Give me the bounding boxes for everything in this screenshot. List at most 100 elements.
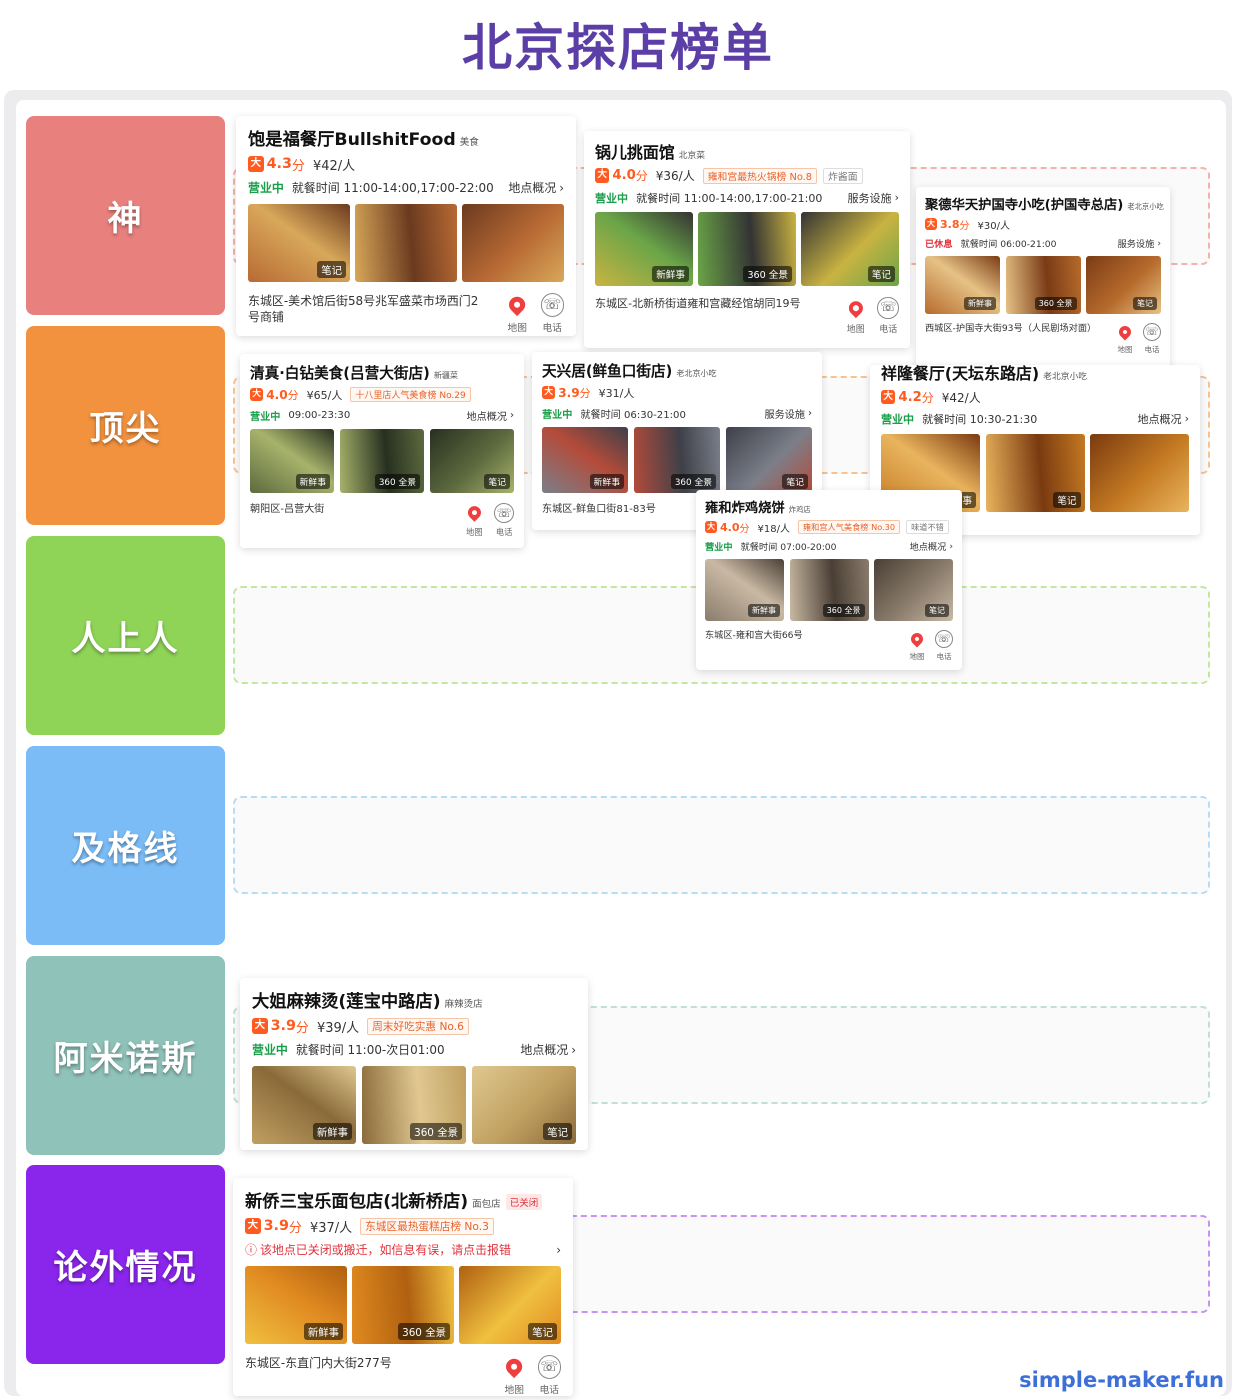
shop-photo[interactable]: 360 全景 [362,1065,466,1144]
shop-card[interactable]: 锅儿挑面馆 北京菜大 4.0 分 ¥36/人 雍和宫最热火锅榜 No.8 炸酱面 营业中 就餐时… [584,131,910,348]
tier-label[interactable]: 人上人 [26,536,225,735]
photo-tag: 笔记 [1053,491,1081,508]
tier-label[interactable]: 论外情况 [26,1165,225,1364]
photo-tag: 新鲜事 [295,473,330,489]
chevron-right-icon: › [807,407,812,419]
map-button[interactable]: 地图 [1116,322,1134,355]
shop-photo[interactable]: 新鲜事 [705,558,784,621]
map-pin-shape [908,630,926,647]
score-unit: 分 [287,388,299,402]
detail-link[interactable]: 地点概况 [1137,411,1181,427]
shop-photo[interactable]: 360 全景 [352,1265,454,1344]
open-status: 营业中 [248,181,284,196]
score-row: 大 4.2 分 ¥42/人 [881,389,1189,406]
shop-photo[interactable] [355,203,457,282]
shop-photo[interactable]: 新鲜事 [542,426,628,493]
shop-score: 3.9 [270,1018,296,1035]
map-pin-icon [505,293,529,317]
shop-name[interactable]: 新侨三宝乐面包店(北新桥店) [245,1192,468,1212]
shop-photo[interactable]: 笔记 [874,558,953,621]
map-button[interactable]: 地图 [505,293,529,334]
shop-photo[interactable]: 笔记 [472,1065,576,1144]
chevron-right-icon[interactable]: › [556,1243,561,1257]
tier-drop-zone[interactable] [233,796,1210,894]
ranking-badge[interactable]: 东城区最热蛋糕店榜 No.3 [360,1217,494,1235]
detail-link[interactable]: 地点概况 [910,539,947,553]
phone-button[interactable]: ☏ 电话 [877,296,899,335]
shop-photo[interactable]: 笔记 [430,428,514,493]
shop-card[interactable]: 大姐麻辣烫(莲宝中路店) 麻辣烫店大 3.9 分 ¥39/人 周末好吃实惠 No.6 营业中… [240,978,588,1150]
detail-link[interactable]: 服务设施 [847,190,891,206]
shop-category: 北京菜 [678,151,706,161]
tier-label[interactable]: 及格线 [26,746,225,945]
shop-photo[interactable]: 笔记 [1086,255,1161,314]
shop-photo[interactable]: 新鲜事 [595,212,693,287]
map-button[interactable]: 地图 [908,629,926,662]
shop-card[interactable]: 清真·白钻美食(吕营大街店) 新疆菜大 4.0 分 ¥65/人 十八里店人气美食榜 No.… [240,354,524,548]
shop-photo[interactable]: 新鲜事 [925,255,1000,314]
shop-photo[interactable]: 笔记 [248,203,350,282]
shop-photo[interactable]: 笔记 [726,426,812,493]
tier-label[interactable]: 顶尖 [26,326,225,525]
map-button[interactable]: 地图 [502,1355,526,1396]
shop-name[interactable]: 雍和炸鸡烧饼 [705,501,785,516]
shop-photo[interactable]: 360 全景 [698,212,796,287]
shop-photo[interactable]: 新鲜事 [245,1265,347,1344]
shop-name[interactable]: 饱是福餐厅BullshitFood [248,130,456,150]
shop-photo[interactable] [1090,433,1189,512]
shop-card[interactable]: 新侨三宝乐面包店(北新桥店) 面包店 已关闭大 3.9 分 ¥37/人 东城区最热蛋糕店榜 … [233,1178,573,1396]
opening-hours: 就餐时间 06:30-21:00 [580,409,686,421]
shop-card[interactable]: 聚德华天护国寺小吃(护国寺总店) 老北京小吃大 3.8 分 ¥30/人 已休息 就餐时间 0… [916,187,1170,375]
phone-button[interactable]: ☏ 电话 [540,293,564,334]
shop-photo[interactable]: 360 全景 [789,558,869,621]
tier-label[interactable]: 阿米诺斯 [26,956,225,1155]
phone-button[interactable]: ☏ 电话 [1143,322,1161,355]
ranking-badge[interactable]: 雍和宫人气美食榜 No.30 [797,520,901,534]
card-actions: 地图 ☏ 电话 [455,502,514,538]
shop-name[interactable]: 祥隆餐厅(天坛东路店) [881,365,1039,383]
shop-photo[interactable]: 笔记 [459,1265,561,1344]
phone-icon: ☏ [494,502,514,523]
detail-link[interactable]: 服务设施 [765,406,805,421]
shop-name[interactable]: 大姐麻辣烫(莲宝中路店) [252,992,441,1012]
ranking-badge[interactable]: 雍和宫最热火锅榜 No.8 [702,167,818,184]
card-actions: 地图 ☏ 电话 [834,296,899,335]
phone-button[interactable]: ☏ 电话 [494,502,514,538]
closed-warning[interactable]: 该地点已关闭或搬迁，如信息有误，请点击报错 [260,1241,556,1258]
shop-photo[interactable]: 新鲜事 [252,1065,356,1144]
phone-button[interactable]: ☏ 电话 [537,1355,561,1396]
action-label: 地图 [466,526,483,537]
ranking-badge[interactable]: 周末好吃实惠 No.6 [367,1017,469,1035]
shop-photo[interactable] [462,203,564,282]
detail-link[interactable]: 地点概况 [508,179,556,196]
shop-name[interactable]: 清真·白钻美食(吕营大街店) [250,365,430,382]
dianping-logo-icon: 大 [595,168,610,183]
detail-link[interactable]: 地点概况 [467,408,507,423]
shop-photo[interactable]: 360 全景 [340,428,424,493]
action-label: 电话 [539,1384,560,1396]
shop-card[interactable]: 雍和炸鸡烧饼 炸鸡店大 4.0 分 ¥18/人 雍和宫人气美食榜 No.30 味道不错 营业中… [696,490,962,670]
detail-link[interactable]: 服务设施 [1118,236,1155,250]
map-button[interactable]: 地图 [464,502,485,538]
shop-photo[interactable]: 360 全景 [634,426,720,493]
ranking-badge[interactable]: 十八里店人气美食榜 No.29 [350,387,471,403]
shop-name[interactable]: 聚德华天护国寺小吃(护国寺总店) [925,198,1123,213]
shop-photo[interactable]: 笔记 [985,433,1085,512]
detail-link[interactable]: 地点概况 [520,1041,568,1058]
shop-photo[interactable]: 新鲜事 [250,428,334,493]
shop-card[interactable]: 饱是福餐厅BullshitFood 美食大 4.3 分 ¥42/人 营业中 就餐时间 11:… [236,116,576,336]
shop-name[interactable]: 天兴居(鲜鱼口街店) [542,363,672,380]
chevron-right-icon: › [949,540,953,552]
shop-photo[interactable]: 360 全景 [1005,255,1081,314]
tier-label[interactable]: 神 [26,116,225,315]
phone-button[interactable]: ☏ 电话 [935,629,953,662]
shop-name-row: 祥隆餐厅(天坛东路店) 老北京小吃 [881,365,1189,384]
photo-strip: 新鲜事 360 全景 笔记 [245,1265,561,1344]
shop-name[interactable]: 锅儿挑面馆 [595,143,675,162]
open-status: 已休息 [925,239,953,250]
shop-photo[interactable]: 笔记 [801,212,899,287]
shop-price: ¥36/人 [655,169,695,184]
phone-glyph: ☏ [1145,325,1159,338]
map-button[interactable]: 地图 [845,296,867,335]
map-pin-icon [464,502,485,523]
